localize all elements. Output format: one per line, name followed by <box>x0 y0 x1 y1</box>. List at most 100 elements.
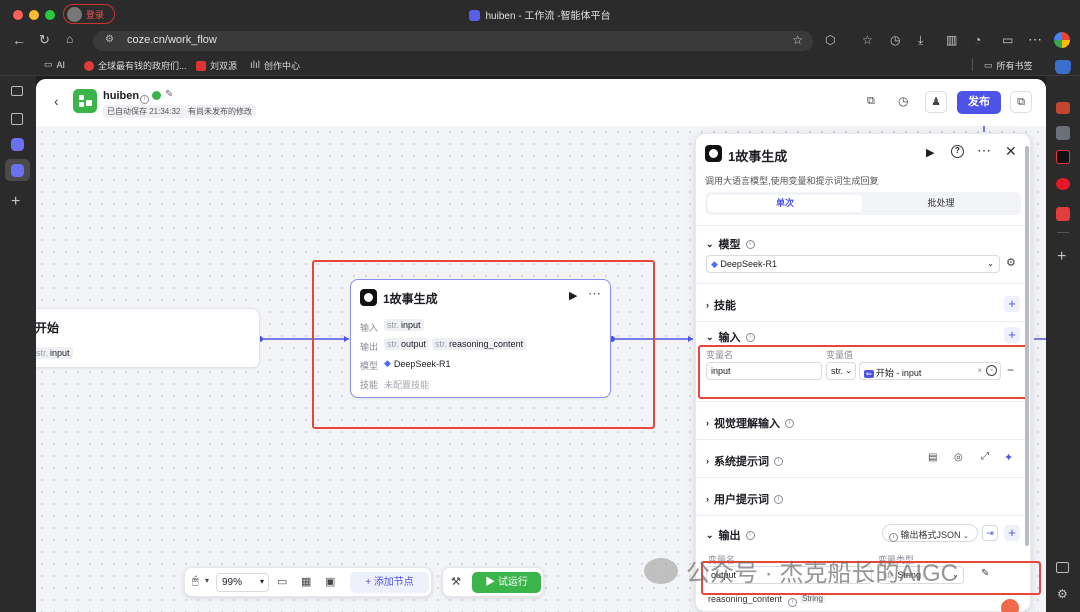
model-section-header[interactable]: ⌄ 模型 i <box>706 236 755 252</box>
info-icon[interactable]: i <box>745 530 755 540</box>
comment-icon[interactable]: ▭ <box>277 575 287 588</box>
bookmark-liu[interactable]: 刘双源 <box>196 59 237 72</box>
translate-icon[interactable] <box>1056 62 1070 74</box>
add-input-button[interactable]: + <box>1004 327 1020 343</box>
run-node-icon[interactable]: ▶ <box>926 146 934 159</box>
add-skill-button[interactable]: + <box>1004 296 1020 312</box>
autosave-badge: 已自动保存 21:34:32 <box>103 105 185 118</box>
folder-icon: ▭ <box>44 59 53 69</box>
copy-icon[interactable]: ⧉ <box>867 95 875 108</box>
ai-optimize-icon[interactable]: ✦ <box>1004 451 1013 464</box>
close-icon[interactable]: ✕ <box>1005 143 1017 160</box>
panel-title[interactable]: 1故事生成 <box>728 146 787 165</box>
history-icon[interactable]: ◷ <box>890 33 900 47</box>
zoom-select[interactable]: 99% ▾ <box>216 573 269 592</box>
model-name: DeepSeek-R1 <box>720 259 777 269</box>
watermark-text: 公众号 · 杰克船长的AIGC <box>686 560 959 587</box>
home-icon[interactable]: ⌂ <box>66 32 73 46</box>
assistant-bubble-icon[interactable] <box>1001 599 1019 612</box>
skills-section-header[interactable]: › 技能 <box>706 297 736 313</box>
performance-icon[interactable]: ◔ <box>974 33 981 47</box>
tab-single[interactable]: 单次 <box>708 195 862 212</box>
status-check-icon <box>152 91 161 100</box>
system-prompt-header[interactable]: › 系统提示词 i <box>706 453 783 469</box>
favorites-icon[interactable]: ☆ <box>862 33 873 47</box>
settings-gear-icon[interactable]: ⚙ <box>1057 587 1068 601</box>
info-icon[interactable]: i <box>745 332 755 342</box>
extensions-icon[interactable]: ⬡ <box>825 33 835 47</box>
vision-section-header[interactable]: › 视觉理解输入 i <box>706 415 794 431</box>
tiktok-icon[interactable] <box>1056 150 1070 164</box>
sidebar-layout-icon[interactable] <box>1056 562 1069 573</box>
mouse-mode-icon[interactable]: 🖱 <box>192 575 199 588</box>
weibo-icon[interactable] <box>1056 178 1070 190</box>
add-output-button[interactable]: + <box>1004 525 1020 541</box>
wallet-icon[interactable]: ▭ <box>1002 33 1013 47</box>
workflow-logo-icon <box>73 89 97 113</box>
watermark: 公众号 · 杰克船长的AIGC <box>644 553 958 588</box>
grid-layout-icon[interactable]: ▦ <box>301 575 311 588</box>
var-name: input <box>50 348 70 358</box>
more-icon[interactable]: ⋯ <box>977 142 991 159</box>
expand-icon[interactable]: ⤢ <box>981 451 989 462</box>
back-chevron-icon[interactable]: ‹ <box>54 93 59 109</box>
split-screen-icon[interactable]: ▥ <box>946 33 957 47</box>
model-settings-icon[interactable]: ⚙ <box>1006 256 1016 269</box>
debug-tool-icon[interactable]: ⚒ <box>451 575 461 588</box>
input-section-header[interactable]: ⌄ 输入 i <box>706 329 755 345</box>
add-node-button[interactable]: + 添加节点 <box>350 572 429 593</box>
output-section-header[interactable]: ⌄ 输出 i <box>706 527 755 543</box>
coze-tab-icon-active[interactable] <box>11 164 24 177</box>
help-icon[interactable]: ? <box>951 145 964 158</box>
xiaohongshu-icon[interactable] <box>1056 207 1070 221</box>
browser-left-sidebar: + <box>0 76 36 612</box>
coze-tab-icon[interactable] <box>11 138 24 151</box>
user-prompt-header[interactable]: › 用户提示词 i <box>706 491 783 507</box>
back-arrow-icon[interactable]: ← <box>12 32 26 48</box>
start-node[interactable]: 开始 str. input <box>36 308 260 368</box>
panel-scrollbar[interactable] <box>1025 146 1029 546</box>
downloads-icon[interactable]: ⤓ <box>918 33 923 48</box>
bookmark-label: AI <box>56 59 66 70</box>
bookmark-star-icon[interactable]: ☆ <box>792 33 803 47</box>
toolbox-icon[interactable] <box>1056 102 1070 114</box>
bookmark-ai[interactable]: ▭ AI <box>44 59 65 70</box>
more-menu-icon[interactable]: ⋯ <box>1028 31 1042 48</box>
history-icon[interactable]: ◷ <box>898 94 908 108</box>
tab-batch[interactable]: 批处理 <box>864 195 1018 212</box>
canvas-toolbar: 🖱 ▾ 99% ▾ ▭ ▦ ▣ + 添加节点 <box>184 567 432 597</box>
info-icon[interactable]: i <box>745 239 755 249</box>
output-format-select[interactable]: i 输出格式JSON ⌄ <box>882 524 978 542</box>
chevron-down-icon: ⌄ <box>706 331 714 342</box>
address-bar[interactable]: ⚙ coze.cn/work_flow ☆ <box>93 31 813 51</box>
sidebar-toggle-icon[interactable] <box>11 86 23 96</box>
bookmark-rich-governments[interactable]: 全球最有钱的政府们... <box>84 59 187 72</box>
add-sidebar-app-icon[interactable]: + <box>1057 248 1066 266</box>
idea-icon[interactable]: ◎ <box>954 452 963 463</box>
publish-button[interactable]: 发布 <box>957 91 1001 114</box>
collaborators-icon[interactable]: ♟ <box>925 91 947 113</box>
all-bookmarks[interactable]: ▭ 所有书签 <box>984 59 1033 72</box>
import-output-icon[interactable]: ⇥ <box>982 525 998 541</box>
new-tab-plus-icon[interactable]: + <box>11 193 20 211</box>
reload-icon[interactable]: ↻ <box>39 32 50 48</box>
info-icon[interactable]: i <box>774 456 783 466</box>
more-options-icon[interactable]: ⧉ <box>1010 91 1032 113</box>
section-title: 技能 <box>714 300 736 312</box>
google-icon[interactable] <box>1054 32 1070 48</box>
info-icon[interactable]: i <box>788 594 797 607</box>
test-run-button[interactable]: ▶ 试运行 <box>472 572 541 593</box>
bookmark-creator-center[interactable]: ılıl 创作中心 <box>250 59 300 72</box>
edit-icon[interactable]: ✎ <box>165 89 173 100</box>
prompt-library-icon[interactable]: ▤ <box>928 452 937 463</box>
chess-icon[interactable] <box>1056 126 1070 140</box>
info-icon[interactable]: i <box>785 418 794 428</box>
info-icon[interactable]: i <box>140 91 149 104</box>
site-settings-icon[interactable]: ⚙ <box>105 34 114 45</box>
edge-arrow <box>688 336 693 342</box>
chevron-down-icon[interactable]: ▾ <box>205 576 209 585</box>
model-select[interactable]: ◆ DeepSeek-R1 ⌄ <box>706 255 1000 273</box>
info-icon[interactable]: i <box>774 494 783 504</box>
reading-list-icon[interactable] <box>11 113 23 125</box>
minimap-icon[interactable]: ▣ <box>325 575 335 588</box>
